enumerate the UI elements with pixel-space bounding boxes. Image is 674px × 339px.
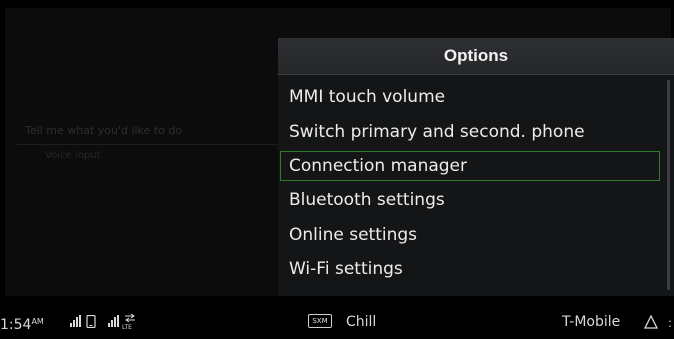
lte-label: LTE [122, 324, 132, 329]
carrier-name: T-Mobile [562, 314, 621, 330]
sxm-logo: SXM [308, 314, 332, 328]
background-divider [17, 144, 279, 145]
options-panel: Options MMI touch volume Switch primary … [278, 38, 674, 296]
menu-item-switch-phone[interactable]: Switch primary and second. phone [280, 117, 660, 147]
background-voice-subhint: Voice input [45, 150, 101, 161]
menu-item-bluetooth-settings[interactable]: Bluetooth settings [280, 185, 660, 215]
clock: 1:54AM [0, 305, 44, 339]
lte-signal-icon: LTE [122, 313, 135, 329]
background-voice-hint: Tell me what you'd like to do [25, 124, 183, 137]
navigation-icon [644, 315, 658, 329]
overflow-indicator: : [668, 316, 673, 330]
menu-item-connection-manager[interactable]: Connection manager [280, 151, 660, 181]
phone-icon [86, 315, 96, 328]
status-bar: 1:54AM LTE SXM Chill T-Mobile : [0, 305, 674, 339]
menu-item-online-settings[interactable]: Online settings [280, 220, 660, 250]
radio-station[interactable]: Chill [346, 305, 376, 339]
menu-item-mmi-touch-volume[interactable]: MMI touch volume [280, 82, 660, 112]
signal-bars-icon [70, 315, 81, 327]
lte-signal-bars-icon [108, 315, 119, 327]
options-scrollbar[interactable] [667, 80, 670, 290]
options-title: Options [443, 46, 509, 65]
options-header: Options [278, 38, 674, 75]
clock-time: 1:54 [0, 317, 32, 333]
menu-item-wifi-settings[interactable]: Wi-Fi settings [280, 254, 660, 284]
clock-ampm: AM [31, 317, 44, 326]
